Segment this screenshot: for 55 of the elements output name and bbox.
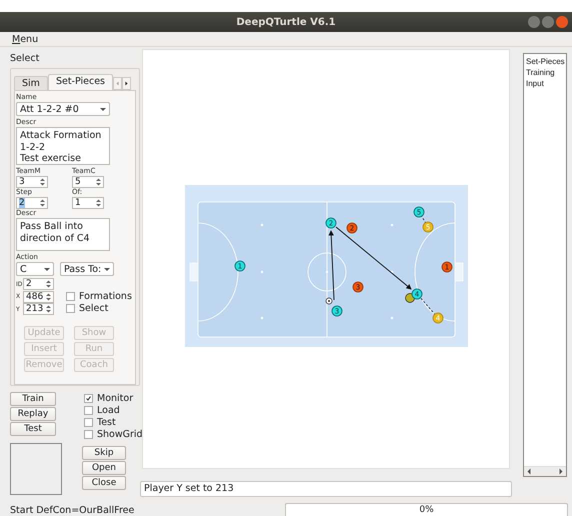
spin-box[interactable]: 486 <box>23 290 54 303</box>
step-description-field[interactable]: Pass Ball into direction of C4 <box>16 218 110 251</box>
checkbox-label: Formations <box>79 290 132 302</box>
command-button[interactable]: Train <box>10 392 56 406</box>
list-item[interactable]: Training <box>526 67 564 78</box>
checkbox-label: Monitor <box>97 392 134 404</box>
group-label: Select <box>10 53 40 64</box>
command-button[interactable]: Test <box>10 422 56 436</box>
spin-arrows-icon[interactable] <box>96 178 101 186</box>
spin-arrows-icon[interactable] <box>40 178 45 186</box>
spin-box[interactable]: 1 <box>72 197 104 209</box>
description-field[interactable]: Attack Formation 1-2-2 Test exercise <box>16 127 110 165</box>
horizontal-scrollbar[interactable] <box>524 466 566 476</box>
checkbox[interactable] <box>84 406 93 414</box>
spin-box[interactable]: 2 <box>16 197 48 209</box>
spin-box[interactable]: 3 <box>16 176 48 188</box>
checkbox[interactable] <box>84 418 93 426</box>
checkbox[interactable] <box>66 292 75 300</box>
maximize-button[interactable] <box>542 16 554 28</box>
checkbox-label: Test <box>97 416 116 428</box>
checkbox[interactable] <box>84 394 93 402</box>
list-item[interactable]: Input <box>526 78 564 89</box>
file-button[interactable]: Skip <box>82 446 126 460</box>
menu-item[interactable]: Menu <box>12 34 38 44</box>
spin-arrows-icon[interactable] <box>40 199 45 207</box>
spin-arrows-icon[interactable] <box>46 292 51 301</box>
command-button[interactable]: Replay <box>10 407 56 421</box>
spin-arrows-icon[interactable] <box>46 280 51 288</box>
spin-arrows-icon[interactable] <box>96 199 101 207</box>
window-title: DeepQTurtle V6.1 <box>236 16 336 28</box>
preview-box <box>10 443 62 495</box>
tab-scroll-right-icon[interactable] <box>122 77 131 90</box>
spin-box[interactable]: 2 <box>23 278 54 290</box>
tab[interactable]: Set-Pieces <box>48 74 113 90</box>
spin-box[interactable]: 213 <box>23 303 54 316</box>
action-dropdown[interactable]: Pass To: <box>60 262 114 276</box>
action-dropdown[interactable]: C <box>16 262 54 276</box>
close-button[interactable] <box>556 16 568 28</box>
checkbox-label: Load <box>97 404 120 416</box>
file-button[interactable]: Open <box>82 461 126 475</box>
checkbox[interactable] <box>84 430 93 438</box>
list-item[interactable]: Set-Pieces <box>526 56 564 67</box>
name-dropdown[interactable]: Att 1-2-2 #0 <box>16 102 110 116</box>
tab[interactable]: Sim <box>14 76 48 90</box>
status-field: Player Y set to 213 <box>140 481 512 497</box>
progress-text: 0% <box>419 504 434 516</box>
spin-box[interactable]: 5 <box>72 176 104 188</box>
file-button[interactable]: Close <box>82 476 126 490</box>
checkbox[interactable] <box>66 304 75 312</box>
minimize-button[interactable] <box>528 16 540 28</box>
status-message: Start DefCon=OurBallFree <box>10 505 136 516</box>
spin-arrows-icon[interactable] <box>46 305 51 314</box>
checkbox-label: Select <box>79 302 108 314</box>
checkbox-label: ShowGrid <box>97 428 143 440</box>
ball-icon <box>325 298 332 304</box>
